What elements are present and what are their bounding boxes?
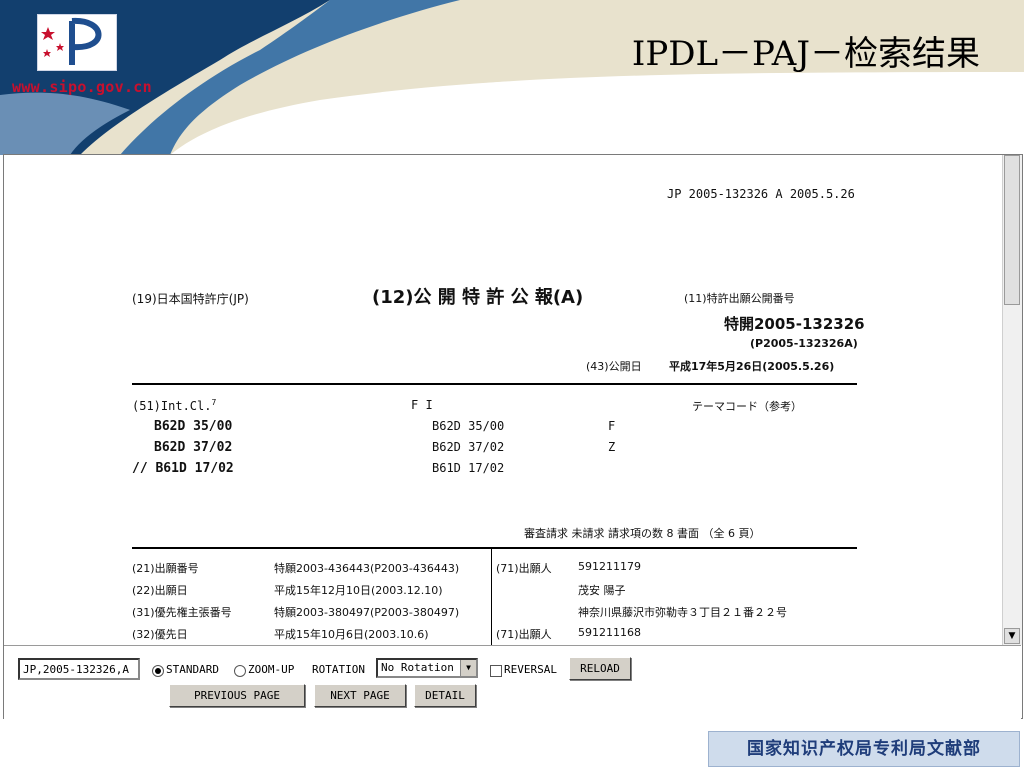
rotation-label: ROTATION — [312, 663, 365, 676]
pub-number-alt: (P2005-132326A) — [750, 337, 858, 350]
sipo-logo — [37, 14, 117, 71]
theme-code-label: テーマコード（参考） — [692, 400, 802, 413]
left-row-label: (21)出願番号 — [132, 562, 199, 575]
rotation-select[interactable]: No Rotation ▼ — [376, 658, 478, 678]
patent-viewer: JP 2005-132326 A 2005.5.26 (19)日本国特許庁(JP… — [3, 154, 1023, 719]
slide-header: www.sipo.gov.cn IPDL－PAJ－检索结果 — [0, 0, 1024, 155]
left-row-value: 特願2003-380497(P2003-380497) — [274, 606, 460, 619]
scrollbar-thumb[interactable] — [1004, 155, 1020, 305]
intcl-row-left: B62D 35/00 — [154, 419, 233, 434]
document-number-input[interactable] — [18, 658, 140, 680]
right-row-value: 591211168 — [578, 626, 641, 639]
left-row-value: 平成15年12月10日(2003.12.10) — [274, 584, 443, 597]
previous-page-button[interactable]: PREVIOUS PAGE — [169, 684, 305, 707]
reversal-checkbox[interactable] — [490, 665, 502, 677]
intcl-row-fi: B62D 37/02 — [432, 440, 505, 454]
table-divider — [491, 549, 492, 645]
detail-button[interactable]: DETAIL — [414, 684, 476, 707]
header-rule — [132, 383, 857, 385]
pub-number-label: (11)特許出願公開番号 — [684, 292, 795, 305]
publication-type: (12)公 開 特 許 公 報(A) — [372, 287, 584, 308]
rotation-select-value: No Rotation — [381, 661, 454, 674]
standard-radio[interactable] — [152, 665, 164, 677]
right-row-value: 神奈川県藤沢市弥勒寺３丁目２１番２２号 — [578, 606, 787, 619]
intcl-row-fi: B61D 17/02 — [432, 461, 505, 475]
right-row-label: (71)出願人 — [496, 628, 552, 641]
intcl-label: (51)Int.Cl.7 — [132, 398, 217, 413]
viewer-controls: STANDARD ZOOM-UP ROTATION No Rotation ▼ … — [4, 645, 1021, 719]
top-reference: JP 2005-132326 A 2005.5.26 — [667, 187, 855, 201]
right-row-label: (71)出願人 — [496, 562, 552, 575]
examination-line: 審査請求 未請求 請求項の数 8 書面 （全 6 頁） — [524, 527, 761, 540]
vertical-scrollbar[interactable]: ▼ — [1002, 155, 1022, 645]
document-image: JP 2005-132326 A 2005.5.26 (19)日本国特許庁(JP… — [4, 155, 1002, 645]
left-row-label: (31)優先権主張番号 — [132, 606, 232, 619]
intcl-row-code: F — [608, 419, 616, 433]
right-row-value: 茂安 陽子 — [578, 584, 626, 597]
zoom-up-label: ZOOM-UP — [248, 663, 295, 676]
website-url[interactable]: www.sipo.gov.cn — [12, 78, 152, 96]
dropdown-arrow-icon[interactable]: ▼ — [460, 660, 476, 676]
left-row-label: (22)出願日 — [132, 584, 188, 597]
left-row-label: (32)優先日 — [132, 628, 188, 641]
slide-title: IPDL－PAJ－检索结果 — [631, 34, 980, 74]
pub-number: 特開2005-132326 — [724, 315, 865, 333]
issuing-office: (19)日本国特許庁(JP) — [132, 292, 249, 306]
reload-button[interactable]: RELOAD — [569, 657, 631, 680]
left-row-value: 特願2003-436443(P2003-436443) — [274, 562, 460, 575]
pub-date-label: (43)公開日 — [586, 360, 642, 373]
intcl-row-fi: B62D 35/00 — [432, 419, 505, 433]
right-row-value: 591211179 — [578, 560, 641, 573]
header-background — [0, 0, 1024, 155]
standard-label: STANDARD — [166, 663, 219, 676]
intcl-row-left: // B61D 17/02 — [132, 461, 234, 476]
pub-date: 平成17年5月26日(2005.5.26) — [669, 360, 835, 373]
footer-banner: 国家知识产权局专利局文献部 — [708, 731, 1020, 767]
fi-label: F I — [411, 398, 433, 412]
zoom-up-radio[interactable] — [234, 665, 246, 677]
intcl-row-left: B62D 37/02 — [154, 440, 233, 455]
table-rule — [132, 547, 857, 549]
reversal-label: REVERSAL — [504, 663, 557, 676]
next-page-button[interactable]: NEXT PAGE — [314, 684, 406, 707]
left-row-value: 平成15年10月6日(2003.10.6) — [274, 628, 429, 641]
scroll-down-arrow-icon[interactable]: ▼ — [1004, 628, 1020, 644]
intcl-row-code: Z — [608, 440, 616, 454]
